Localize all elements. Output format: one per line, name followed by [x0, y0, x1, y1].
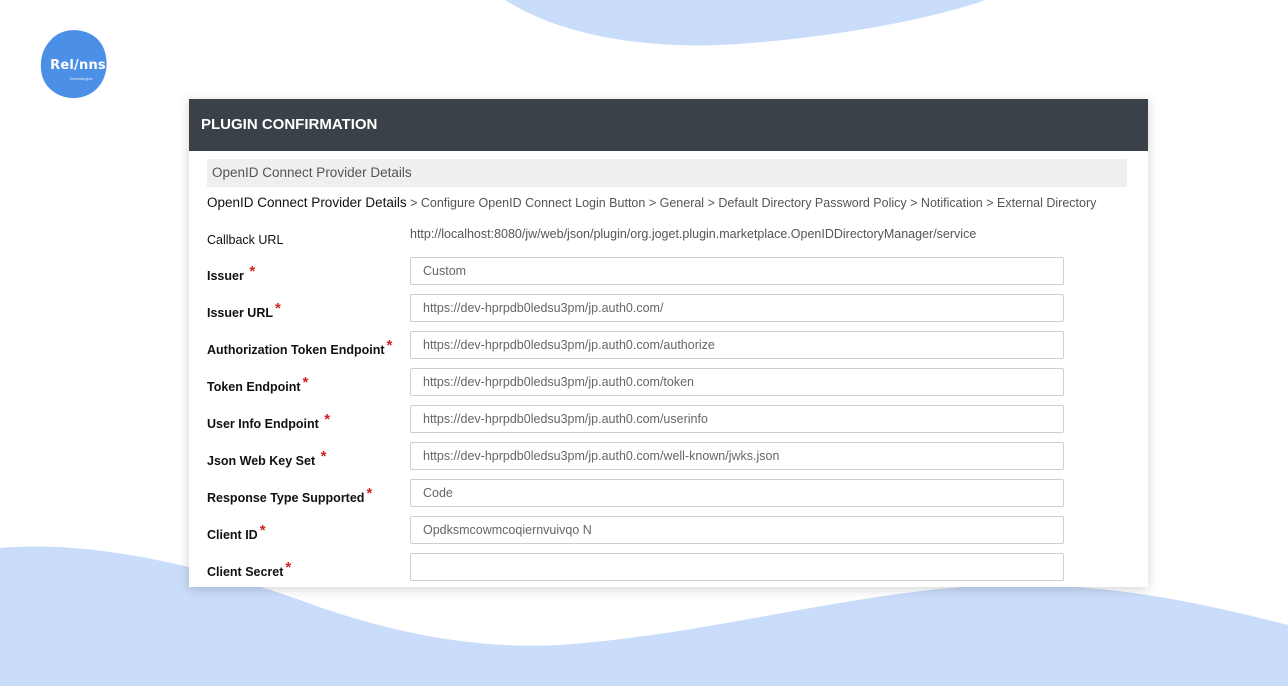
user-info-endpoint-input[interactable]: [410, 405, 1064, 433]
required-asterisk: *: [249, 263, 256, 280]
user-info-endpoint-row: User Info Endpoint *: [207, 405, 1127, 433]
lightbulb-icon: [41, 29, 53, 42]
required-asterisk: *: [259, 522, 266, 539]
authorization-endpoint-label: Authorization Token Endpoint *: [207, 337, 393, 357]
response-type-input[interactable]: [410, 479, 1064, 507]
client-secret-input[interactable]: [410, 553, 1064, 581]
jwks-row: Json Web Key Set *: [207, 442, 1127, 470]
token-endpoint-row: Token Endpoint *: [207, 368, 1127, 396]
client-secret-row: Client Secret *: [207, 553, 1127, 581]
logo-wordmark: Rel/nns: [50, 58, 106, 73]
required-asterisk: *: [320, 448, 327, 465]
breadcrumb-separator: >: [410, 196, 418, 210]
authorization-endpoint-row: Authorization Token Endpoint *: [207, 331, 1127, 359]
breadcrumb-step-notification[interactable]: Notification: [921, 196, 983, 210]
client-id-row: Client ID *: [207, 516, 1127, 544]
breadcrumb: OpenID Connect Provider Details > Config…: [207, 194, 1142, 212]
callback-url-value: http://localhost:8080/jw/web/json/plugin…: [410, 227, 977, 241]
section-title: OpenID Connect Provider Details: [207, 159, 1127, 187]
panel-title: PLUGIN CONFIRMATION: [189, 99, 1148, 151]
jwks-input[interactable]: [410, 442, 1064, 470]
company-logo: Rel/nns Technologies: [40, 29, 110, 99]
issuer-url-row: Issuer URL *: [207, 294, 1127, 322]
required-asterisk: *: [386, 337, 393, 354]
issuer-label: Issuer *: [207, 263, 256, 283]
breadcrumb-step-password-policy[interactable]: Default Directory Password Policy: [718, 196, 906, 210]
breadcrumb-step-login-button[interactable]: Configure OpenID Connect Login Button: [421, 196, 645, 210]
breadcrumb-step-external-directory[interactable]: External Directory: [997, 196, 1096, 210]
required-asterisk: *: [366, 485, 373, 502]
user-info-endpoint-label: User Info Endpoint *: [207, 411, 331, 431]
client-id-label: Client ID *: [207, 522, 266, 542]
required-asterisk: *: [324, 411, 331, 428]
authorization-endpoint-input[interactable]: [410, 331, 1064, 359]
token-endpoint-label: Token Endpoint *: [207, 374, 309, 394]
breadcrumb-current: OpenID Connect Provider Details: [207, 195, 407, 210]
required-asterisk: *: [302, 374, 309, 391]
issuer-row: Issuer *: [207, 257, 1127, 285]
jwks-label: Json Web Key Set *: [207, 448, 327, 468]
required-asterisk: *: [275, 300, 281, 317]
breadcrumb-separator: >: [986, 196, 994, 210]
plugin-confirmation-panel: PLUGIN CONFIRMATION OpenID Connect Provi…: [189, 99, 1148, 587]
required-asterisk: *: [285, 559, 292, 576]
response-type-row: Response Type Supported *: [207, 479, 1127, 507]
issuer-url-label: Issuer URL *: [207, 300, 281, 320]
response-type-label: Response Type Supported *: [207, 485, 373, 505]
client-secret-label: Client Secret *: [207, 559, 292, 579]
token-endpoint-input[interactable]: [410, 368, 1064, 396]
breadcrumb-separator: >: [910, 196, 918, 210]
callback-url-row: Callback URL http://localhost:8080/jw/we…: [207, 227, 1127, 255]
breadcrumb-separator: >: [707, 196, 715, 210]
callback-url-label: Callback URL: [207, 233, 284, 247]
client-id-input[interactable]: [410, 516, 1064, 544]
breadcrumb-separator: >: [648, 196, 657, 210]
issuer-url-input[interactable]: [410, 294, 1064, 322]
logo-tagline: Technologies: [69, 76, 93, 81]
issuer-input[interactable]: [410, 257, 1064, 285]
breadcrumb-step-general[interactable]: General: [660, 196, 704, 210]
